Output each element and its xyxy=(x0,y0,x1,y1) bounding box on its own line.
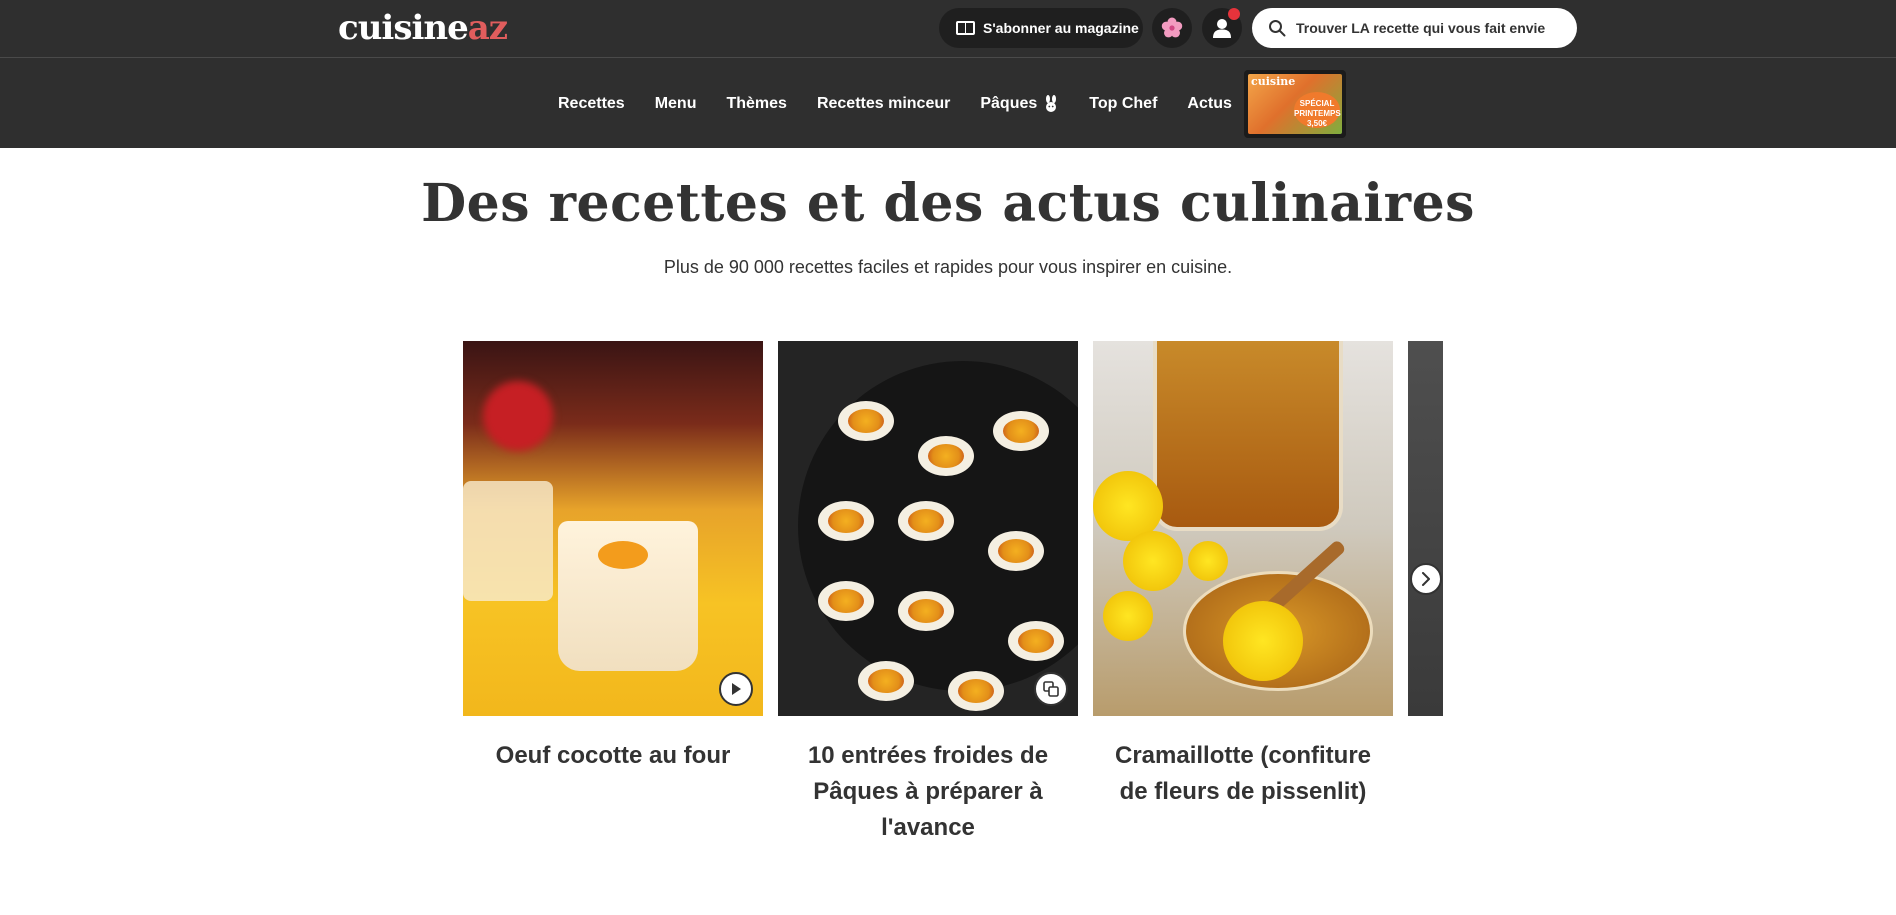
page-title: Des recettes et des actus culinaires xyxy=(421,173,1475,234)
search-icon xyxy=(1269,20,1286,37)
account-button[interactable] xyxy=(1202,8,1242,48)
recipe-image[interactable] xyxy=(463,341,763,716)
nav-item-paques-label: Pâques xyxy=(980,95,1038,112)
recipe-image[interactable] xyxy=(1408,341,1443,716)
recipe-carousel: Oeuf cocotte au four 10 entrées froides … xyxy=(463,341,1443,861)
carousel-next-button[interactable] xyxy=(1410,563,1442,595)
nav-item-top-chef[interactable]: Top Chef xyxy=(1089,95,1157,113)
logo-main: cuisine xyxy=(338,8,469,48)
play-icon xyxy=(732,683,741,695)
top-bar: cuisineaz S'abonner au magazine xyxy=(0,0,1896,58)
recipe-card[interactable]: 10 entrées froides de Pâques à préparer … xyxy=(778,341,1078,846)
subscribe-button[interactable]: S'abonner au magazine xyxy=(939,8,1143,48)
nav-item-paques[interactable]: Pâques xyxy=(980,95,1059,113)
site-header: cuisineaz S'abonner au magazine Trouver … xyxy=(0,0,1896,148)
gallery-icon xyxy=(1043,681,1059,697)
video-badge[interactable] xyxy=(719,672,753,706)
nav-item-menu[interactable]: Menu xyxy=(655,95,697,113)
gallery-badge[interactable] xyxy=(1034,672,1068,706)
nav-item-recettes[interactable]: Recettes xyxy=(558,95,625,113)
recipe-card[interactable]: Oeuf cocotte au four xyxy=(463,341,763,774)
recipe-card[interactable]: Cramaillotte (confiture de fleurs de pis… xyxy=(1093,341,1393,810)
recipe-title[interactable]: Oeuf cocotte au four xyxy=(463,738,763,774)
search-bar[interactable] xyxy=(1252,8,1577,48)
flower-icon xyxy=(1161,17,1183,38)
search-input[interactable] xyxy=(1296,20,1556,36)
recipe-title[interactable]: Cramaillotte (confiture de fleurs de pis… xyxy=(1093,738,1393,810)
user-icon xyxy=(1213,19,1231,38)
notification-dot xyxy=(1228,8,1240,20)
bunny-icon xyxy=(1046,95,1057,112)
page-subtitle: Plus de 90 000 recettes faciles et rapid… xyxy=(663,257,1233,277)
nav-item-actus[interactable]: Actus xyxy=(1187,95,1231,113)
nav-item-recettes-minceur[interactable]: Recettes minceur xyxy=(817,95,950,113)
chevron-right-icon xyxy=(1422,572,1430,586)
recipe-image[interactable] xyxy=(778,341,1078,716)
recipe-card[interactable] xyxy=(1408,341,1443,738)
magazine-icon xyxy=(956,21,975,35)
subscribe-label: S'abonner au magazine xyxy=(983,20,1139,36)
magazine-cover[interactable]: cuisine SPÉCIAL PRINTEMPS 3,50€ xyxy=(1244,70,1346,138)
logo-accent: az xyxy=(467,8,508,48)
site-logo[interactable]: cuisineaz xyxy=(338,8,508,48)
magazine-cover-image: cuisine SPÉCIAL PRINTEMPS 3,50€ xyxy=(1248,74,1342,134)
main-nav: Recettes Menu Thèmes Recettes minceur Pâ… xyxy=(0,60,1896,148)
recipe-title[interactable]: 10 entrées froides de Pâques à préparer … xyxy=(778,738,1078,846)
flower-button[interactable] xyxy=(1152,8,1192,48)
magazine-title: cuisine xyxy=(1251,75,1296,88)
magazine-badge: SPÉCIAL PRINTEMPS 3,50€ xyxy=(1294,92,1341,128)
recipe-image[interactable] xyxy=(1093,341,1393,716)
nav-item-themes[interactable]: Thèmes xyxy=(726,95,786,113)
